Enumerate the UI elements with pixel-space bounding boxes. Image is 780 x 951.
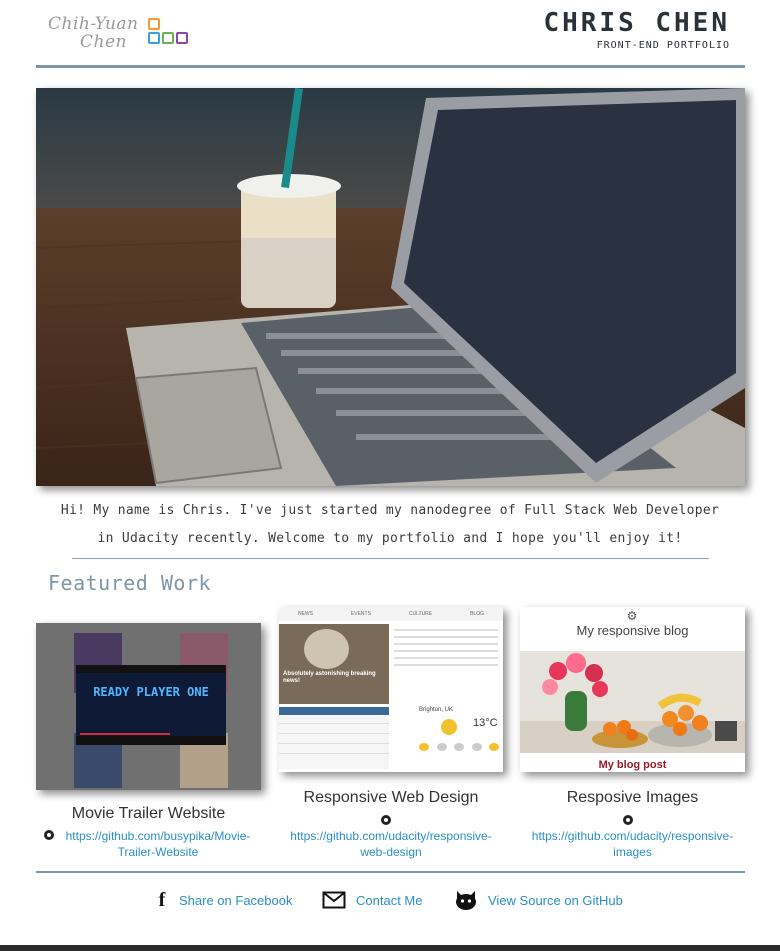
sun-icon bbox=[441, 719, 457, 735]
share-facebook-label: Share on Facebook bbox=[179, 892, 293, 908]
envelope-icon bbox=[322, 891, 346, 909]
project-link-responsive-web-design[interactable]: https://github.com/udacity/responsive- w… bbox=[279, 828, 503, 860]
blog-thumb-heading: My responsive blog bbox=[576, 623, 689, 638]
github-icon bbox=[623, 815, 633, 825]
movie-thumb-title: READY PLAYER ONE bbox=[93, 685, 209, 699]
project-thumbnail-movie-trailer[interactable]: READY PLAYER ONE bbox=[36, 623, 261, 790]
rwd-nav-item: BLOG bbox=[470, 611, 484, 617]
blog-thumb-photo bbox=[520, 651, 745, 753]
view-source-github-label: View Source on GitHub bbox=[488, 892, 623, 908]
project-link-movie-trailer-line2: Trailer-Website bbox=[117, 845, 199, 859]
hero-image bbox=[36, 88, 745, 486]
logo-text-last: Chen bbox=[80, 32, 127, 52]
footer-divider bbox=[36, 871, 745, 873]
intro-text: Hi! My name is Chris. I've just started … bbox=[60, 497, 720, 553]
gear-icon: ⚙ bbox=[626, 609, 638, 623]
project-link-responsive-web-design-line1: https://github.com/udacity/responsive- bbox=[290, 829, 492, 843]
project-thumbnail-responsive-web-design[interactable]: NEWS EVENTS CULTURE BLOG Absolutely asto… bbox=[279, 607, 503, 772]
logo-text-first: Chih-Yuan bbox=[48, 14, 139, 34]
github-icon bbox=[381, 815, 391, 825]
blog-thumb-caption: My blog post bbox=[598, 759, 667, 771]
intro-line-2: in Udacity recently. Welcome to my portf… bbox=[97, 531, 683, 546]
site-subtitle: FRONT-END PORTFOLIO bbox=[596, 40, 730, 51]
rwd-thumb-headline: Absolutely astonishing breaking news! bbox=[283, 671, 376, 684]
bottom-bar bbox=[0, 945, 780, 951]
contact-me-label: Contact Me bbox=[356, 892, 423, 908]
project-link-responsive-images-line1: https://github.com/udacity/responsive- bbox=[531, 829, 734, 843]
project-link-responsive-images[interactable]: https://github.com/udacity/responsive- i… bbox=[520, 828, 745, 860]
project-thumbnail-responsive-images[interactable]: ⚙ My responsive blog My blog post bbox=[520, 607, 745, 772]
project-title-responsive-web-design: Responsive Web Design bbox=[303, 789, 479, 806]
project-link-movie-trailer-line1: https://github.com/busypika/Movie- bbox=[65, 829, 251, 843]
logo[interactable]: Chih-Yuan Chen bbox=[48, 12, 188, 52]
contact-me-link[interactable]: Contact Me bbox=[322, 888, 422, 912]
rwd-nav-item: NEWS bbox=[297, 611, 313, 617]
github-octocat-icon bbox=[454, 889, 478, 911]
rwd-nav-item: EVENTS bbox=[350, 611, 371, 617]
project-link-responsive-images-line2: images bbox=[613, 845, 652, 859]
intro-line-1: Hi! My name is Chris. I've just started … bbox=[60, 503, 720, 518]
view-source-github-link[interactable]: View Source on GitHub bbox=[454, 888, 623, 912]
project-link-responsive-web-design-line2: web-design bbox=[360, 845, 422, 859]
featured-work-heading: Featured Work bbox=[48, 571, 212, 595]
share-facebook-link[interactable]: f Share on Facebook bbox=[155, 888, 293, 912]
github-icon bbox=[44, 830, 54, 840]
rwd-thumb-table bbox=[279, 707, 389, 769]
rwd-thumb-text-lines bbox=[394, 629, 498, 671]
rwd-thumb-location: Brighton, UK bbox=[419, 707, 454, 713]
project-title-responsive-images: Resposive Images bbox=[566, 789, 699, 806]
site-owner-name: CHRIS CHEN bbox=[543, 8, 730, 38]
facebook-icon: f bbox=[158, 888, 166, 911]
rwd-thumb-photo: Absolutely astonishing breaking news! bbox=[279, 624, 389, 704]
project-link-movie-trailer[interactable]: https://github.com/busypika/Movie- Trail… bbox=[58, 828, 258, 860]
header-divider bbox=[36, 65, 745, 68]
project-title-movie-trailer: Movie Trailer Website bbox=[71, 805, 226, 822]
rwd-thumb-nav: NEWS EVENTS CULTURE BLOG bbox=[279, 607, 503, 621]
rwd-nav-item: CULTURE bbox=[408, 611, 433, 617]
rwd-thumb-forecast bbox=[419, 743, 499, 751]
rwd-thumb-temp: 13°C bbox=[473, 717, 498, 729]
intro-divider bbox=[72, 558, 709, 559]
